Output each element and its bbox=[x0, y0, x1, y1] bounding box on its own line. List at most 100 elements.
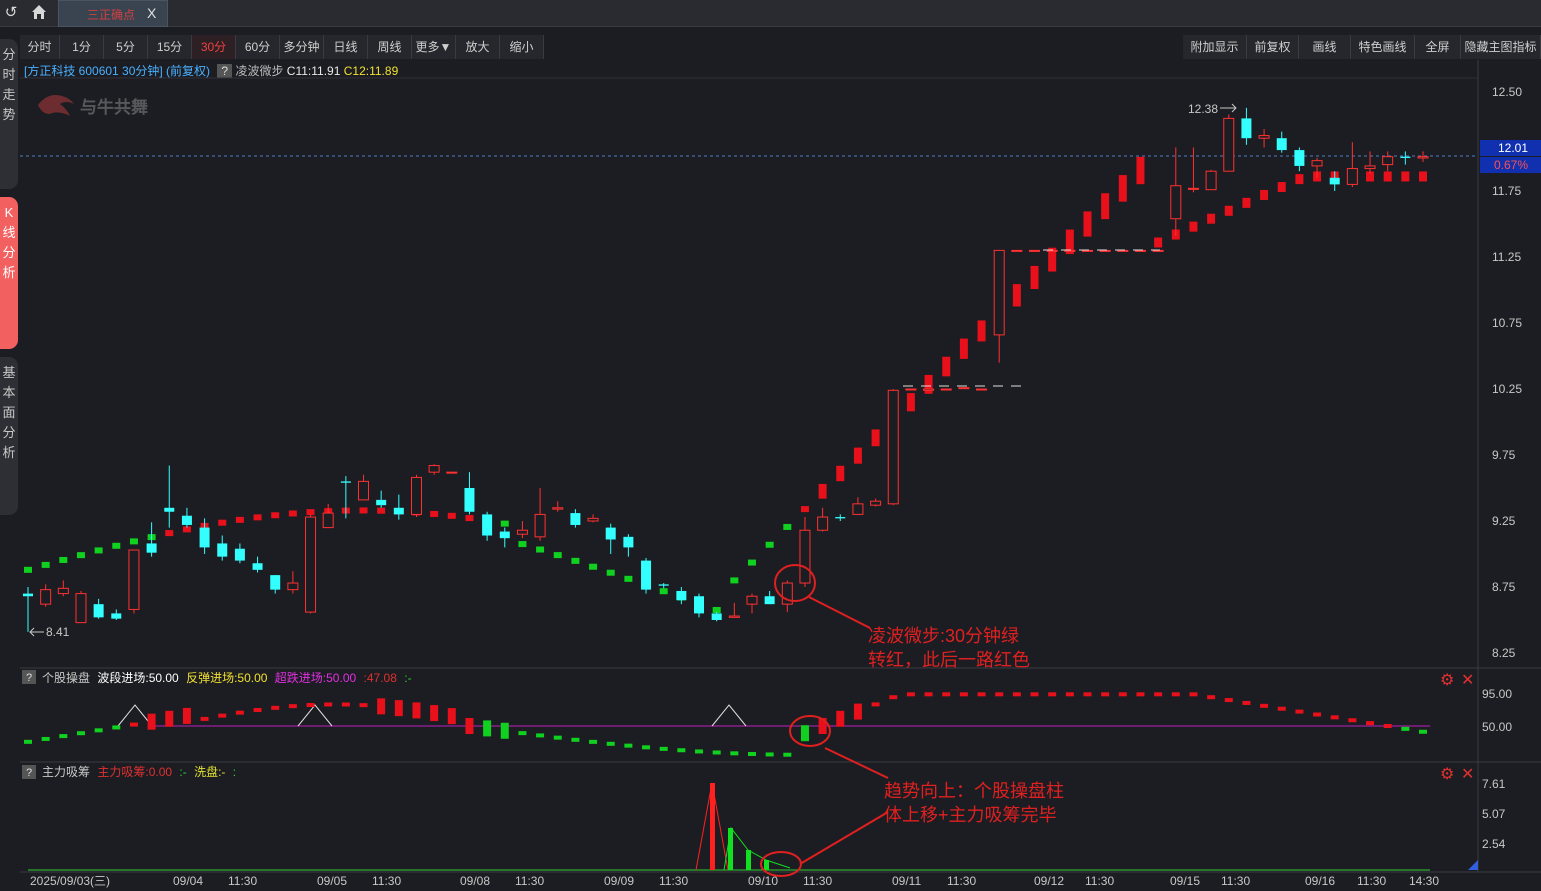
candle-body-down bbox=[482, 514, 493, 536]
lingbo-marker bbox=[571, 557, 580, 564]
candle-body-down bbox=[835, 517, 846, 519]
operation-bar bbox=[129, 722, 138, 727]
candle-body-down bbox=[605, 527, 616, 540]
operation-bar bbox=[1401, 726, 1410, 731]
panel2-close-icon[interactable]: ✕ bbox=[1461, 672, 1474, 689]
candle-body-up bbox=[516, 529, 528, 535]
candle-body-down bbox=[694, 596, 705, 614]
operation-bar bbox=[182, 707, 191, 724]
candle-body-down bbox=[340, 481, 351, 483]
lingbo-marker bbox=[253, 514, 262, 521]
time-tick-label: 11:30 bbox=[1085, 874, 1114, 888]
candle-body-down bbox=[623, 536, 634, 548]
operation-bar bbox=[695, 749, 704, 754]
operation-bar bbox=[589, 739, 598, 744]
operation-bar bbox=[235, 710, 244, 715]
low-price-label: 8.41 bbox=[46, 625, 70, 639]
candle-body-up bbox=[410, 476, 422, 515]
candle-body-up bbox=[746, 595, 758, 605]
candle-body-down bbox=[570, 513, 581, 525]
lingbo-marker bbox=[747, 559, 756, 566]
lingbo-marker bbox=[659, 588, 668, 595]
price-tick-label: 9.25 bbox=[1492, 514, 1516, 528]
operation-bar bbox=[906, 692, 915, 697]
washout-line bbox=[723, 826, 791, 871]
candle-body-up bbox=[1417, 156, 1429, 159]
lingbo-marker bbox=[271, 512, 280, 519]
operation-bar bbox=[730, 751, 739, 756]
lingbo-marker bbox=[977, 320, 986, 342]
washout-bar bbox=[728, 828, 733, 870]
candle-body-down bbox=[146, 543, 157, 553]
panel-stock-operation: ? 个股操盘 波段进场:50.00 反弹进场:50.00 超跌进场:50.00 … bbox=[22, 670, 1512, 757]
panel2-gear-icon[interactable]: ⚙ bbox=[1440, 672, 1454, 689]
panel2-b: 反弹进场:50.00 bbox=[186, 671, 268, 685]
panel3-b: :- bbox=[179, 765, 186, 779]
annotation-line-1 bbox=[808, 596, 871, 629]
panel3-legend: 主力吸筹 主力吸筹:0.00 :- 洗盘:- : bbox=[42, 764, 236, 779]
lingbo-marker bbox=[76, 552, 85, 559]
lingbo-marker bbox=[730, 577, 739, 584]
lingbo-marker bbox=[1083, 211, 1092, 237]
candle-body-up bbox=[128, 549, 140, 610]
operation-bar bbox=[871, 702, 880, 707]
operation-bar bbox=[889, 695, 898, 700]
annotation-text-1b: 转红，此后一路红色 bbox=[868, 650, 1030, 670]
operation-bar bbox=[500, 722, 509, 739]
candle-body-up bbox=[1046, 249, 1058, 252]
operation-bar bbox=[1030, 692, 1039, 697]
panel3-help-q: ? bbox=[26, 767, 32, 779]
operation-bar bbox=[394, 700, 403, 717]
lingbo-marker bbox=[836, 465, 845, 482]
lingbo-marker bbox=[1101, 193, 1110, 220]
lingbo-marker bbox=[306, 509, 315, 516]
candle-body-up bbox=[1099, 249, 1111, 252]
kline-chart[interactable]: 与牛共舞 12.50 11.75 11.25 10.75 10.25 9.75 9.25 8.… bbox=[0, 0, 1541, 891]
panel3-gear-icon[interactable]: ⚙ bbox=[1440, 766, 1454, 783]
candle-body-up bbox=[428, 465, 440, 473]
lingbo-indicator-trail bbox=[24, 156, 1427, 613]
lingbo-marker bbox=[518, 541, 527, 548]
operation-bar bbox=[783, 752, 792, 757]
price-tick-label: 12.50 bbox=[1492, 85, 1522, 99]
operation-bar bbox=[942, 692, 951, 697]
current-pct-label: 0.67% bbox=[1494, 158, 1528, 172]
time-tick-label: 09/12 bbox=[1034, 874, 1064, 888]
lingbo-marker bbox=[853, 447, 862, 464]
lingbo-marker bbox=[1136, 156, 1145, 185]
candle-body-up bbox=[1064, 249, 1076, 252]
operation-bar bbox=[1083, 692, 1092, 697]
lingbo-marker bbox=[129, 538, 138, 545]
operation-bar bbox=[59, 734, 68, 739]
time-tick-label: 11:30 bbox=[659, 874, 688, 888]
panel3-a: 主力吸筹:0.00 bbox=[97, 765, 172, 779]
washout-bar bbox=[764, 860, 769, 870]
candle-body-up bbox=[446, 471, 458, 474]
operation-bar bbox=[518, 731, 527, 736]
panel3-close-icon[interactable]: ✕ bbox=[1461, 766, 1474, 783]
candle-body-down bbox=[1276, 138, 1287, 151]
candle-body-up bbox=[993, 249, 1005, 336]
operation-bar bbox=[112, 725, 121, 730]
lingbo-marker bbox=[1012, 284, 1021, 307]
operation-bar bbox=[1295, 709, 1304, 714]
candle-body-up bbox=[1364, 165, 1376, 170]
candle-body-up bbox=[923, 388, 935, 391]
price-tick-label: 10.75 bbox=[1492, 316, 1522, 330]
lingbo-marker bbox=[1401, 171, 1410, 182]
price-tick-label: 8.25 bbox=[1492, 646, 1516, 660]
lingbo-marker bbox=[288, 510, 297, 517]
operation-bar bbox=[712, 750, 721, 755]
high-price-label: 12.38 bbox=[1188, 102, 1218, 116]
lingbo-marker bbox=[165, 530, 174, 537]
lingbo-marker bbox=[59, 556, 68, 563]
candle-body-up bbox=[1187, 187, 1199, 190]
operation-bar bbox=[1048, 692, 1057, 697]
candle-body-up bbox=[852, 503, 864, 515]
scroll-corner-icon[interactable] bbox=[1468, 860, 1478, 870]
operation-bar bbox=[1171, 692, 1180, 697]
candle-body-up bbox=[552, 507, 564, 510]
candle-body-down bbox=[464, 488, 475, 512]
lingbo-marker bbox=[783, 523, 792, 530]
operation-bar bbox=[24, 739, 32, 744]
